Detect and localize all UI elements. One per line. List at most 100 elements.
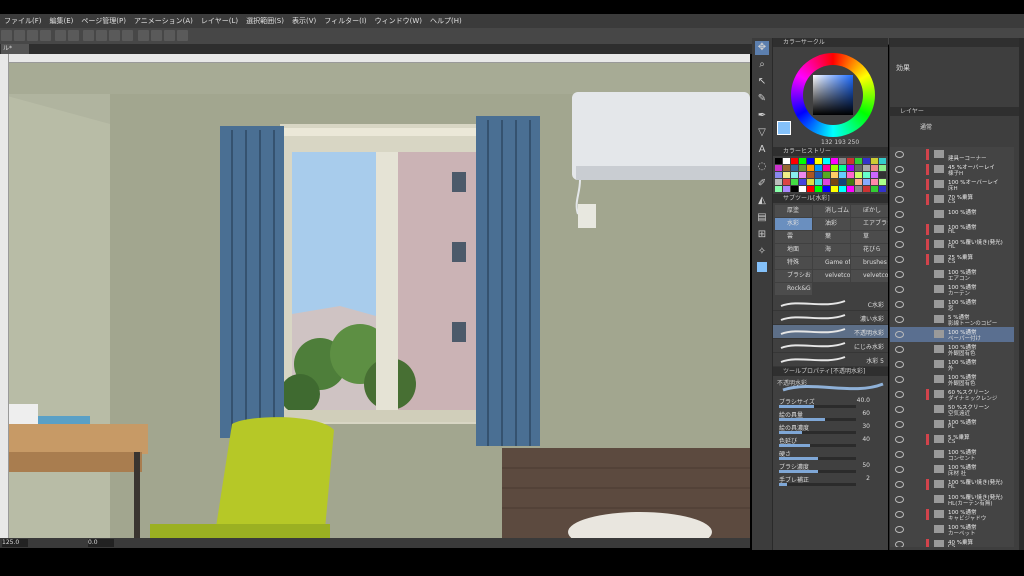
property-slider[interactable] xyxy=(779,418,856,421)
visibility-eye-icon[interactable] xyxy=(895,436,904,443)
brush-item[interactable]: C水彩 xyxy=(773,297,888,311)
color-swatch[interactable] xyxy=(815,172,822,178)
color-swatch[interactable] xyxy=(831,186,838,192)
color-swatch[interactable] xyxy=(871,186,878,192)
color-swatch[interactable] xyxy=(775,158,782,164)
layer-row[interactable]: 100 %通常 キャビジャドウ xyxy=(890,507,1014,523)
open-icon[interactable] xyxy=(14,30,25,41)
color-swatch[interactable] xyxy=(807,179,814,185)
blend-mode-select[interactable]: 通常 xyxy=(920,122,932,131)
layer-row[interactable]: 100 %通常外 xyxy=(890,357,1014,373)
color-swatch[interactable] xyxy=(847,179,854,185)
color-swatch[interactable] xyxy=(799,172,806,178)
visibility-eye-icon[interactable] xyxy=(895,406,904,413)
color-history-swatches[interactable] xyxy=(773,156,888,194)
subtool-group[interactable]: 海 xyxy=(813,244,850,256)
color-swatch[interactable] xyxy=(791,179,798,185)
subtool-group[interactable]: Game of xyxy=(813,257,850,269)
color-swatch[interactable] xyxy=(823,179,830,185)
gradient-icon[interactable]: ▤ xyxy=(755,211,769,225)
text-icon[interactable]: A xyxy=(755,143,769,157)
color-swatch[interactable] xyxy=(815,158,822,164)
layer-row[interactable]: 5 %乗算 CS xyxy=(890,432,1014,448)
visibility-eye-icon[interactable] xyxy=(895,331,904,338)
color-swatch[interactable] xyxy=(775,165,782,171)
snap-grid-icon[interactable] xyxy=(150,30,162,41)
ruler-icon[interactable]: ⊞ xyxy=(755,228,769,242)
color-swatch[interactable] xyxy=(783,165,790,171)
visibility-eye-icon[interactable] xyxy=(895,451,904,458)
menu-animation[interactable]: アニメーション(A) xyxy=(130,14,197,28)
blend-icon[interactable]: ✧ xyxy=(755,245,769,259)
subtool-group[interactable]: 雲 xyxy=(775,231,812,243)
visibility-eye-icon[interactable] xyxy=(895,166,904,173)
undo-icon[interactable] xyxy=(55,30,67,41)
color-swatch[interactable] xyxy=(879,172,886,178)
property-slider[interactable] xyxy=(779,483,856,486)
visibility-eye-icon[interactable] xyxy=(895,286,904,293)
layer-row[interactable]: 100 %通常 カーペット xyxy=(890,522,1014,538)
visibility-eye-icon[interactable] xyxy=(895,211,904,218)
color-swatch[interactable] xyxy=(871,165,878,171)
color-swatch[interactable] xyxy=(783,172,790,178)
property-slider[interactable] xyxy=(779,405,856,408)
layer-row[interactable]: 建具ーコーナー xyxy=(890,147,1014,163)
document-tab[interactable]: ル* xyxy=(1,44,29,54)
subtool-group[interactable]: ブラシおまけ xyxy=(775,270,812,282)
property-row[interactable]: 硬さ xyxy=(773,448,888,461)
property-row[interactable]: ブラシサイズ 40.0 xyxy=(773,396,888,409)
color-swatch[interactable] xyxy=(791,172,798,178)
color-swatch[interactable] xyxy=(871,179,878,185)
color-swatch[interactable] xyxy=(839,186,846,192)
color-swatch[interactable] xyxy=(855,158,862,164)
color-swatch[interactable] xyxy=(807,158,814,164)
color-swatch[interactable] xyxy=(823,172,830,178)
color-swatch[interactable] xyxy=(799,158,806,164)
move-icon[interactable]: ✥ xyxy=(755,41,769,55)
brush-item[interactable]: 濃い水彩 xyxy=(773,311,888,325)
subtool-group[interactable]: velvetco xyxy=(851,270,888,282)
color-swatch[interactable] xyxy=(783,158,790,164)
layer-row[interactable]: 100 %通常 床材 社 xyxy=(890,462,1014,478)
visibility-eye-icon[interactable] xyxy=(895,391,904,398)
property-slider[interactable] xyxy=(779,470,856,473)
visibility-eye-icon[interactable] xyxy=(895,376,904,383)
color-swatch[interactable] xyxy=(791,186,798,192)
layer-row[interactable]: 5 %通常 影線トーンのコピー xyxy=(890,312,1014,328)
property-slider[interactable] xyxy=(779,444,856,447)
menu-window[interactable]: ウィンドウ(W) xyxy=(371,14,426,28)
property-slider[interactable] xyxy=(779,431,856,434)
subtool-group[interactable]: 油彩 xyxy=(813,218,850,230)
color-swatch[interactable] xyxy=(839,172,846,178)
layer-row[interactable]: 100 %覆い焼き(発光) HL xyxy=(890,237,1014,253)
visibility-eye-icon[interactable] xyxy=(895,421,904,428)
color-swatch[interactable] xyxy=(831,172,838,178)
canvas[interactable] xyxy=(0,54,750,540)
visibility-eye-icon[interactable] xyxy=(895,466,904,473)
color-swatch[interactable] xyxy=(823,186,830,192)
color-swatch[interactable] xyxy=(855,179,862,185)
rotation-field[interactable]: 0.0 xyxy=(88,539,114,547)
layer-row[interactable]: 100 %通常窓 xyxy=(890,297,1014,313)
color-swatch[interactable] xyxy=(791,158,798,164)
fill-bucket-icon[interactable]: ◭ xyxy=(755,194,769,208)
layer-row[interactable]: 45 %オーバーレイ 棟子H xyxy=(890,162,1014,178)
subtool-group[interactable]: 草 xyxy=(851,231,888,243)
color-swatch[interactable] xyxy=(871,158,878,164)
color-swatch[interactable] xyxy=(783,179,790,185)
visibility-eye-icon[interactable] xyxy=(895,301,904,308)
brush-item[interactable]: にじみ水彩 xyxy=(773,339,888,353)
pen-icon[interactable]: ✒ xyxy=(755,109,769,123)
menu-page[interactable]: ページ管理(P) xyxy=(77,14,130,28)
visibility-eye-icon[interactable] xyxy=(895,361,904,368)
color-swatch[interactable] xyxy=(879,186,886,192)
color-swatch[interactable] xyxy=(823,165,830,171)
operation-icon[interactable]: ↖ xyxy=(755,75,769,89)
property-row[interactable]: 絵の具量 60 xyxy=(773,409,888,422)
layer-row[interactable]: 100 %通常 ペーパー付け xyxy=(890,327,1014,343)
color-swatch[interactable] xyxy=(863,158,870,164)
visibility-eye-icon[interactable] xyxy=(895,541,904,547)
color-swatch[interactable] xyxy=(775,179,782,185)
visibility-eye-icon[interactable] xyxy=(895,226,904,233)
new-file-icon[interactable] xyxy=(1,30,12,41)
